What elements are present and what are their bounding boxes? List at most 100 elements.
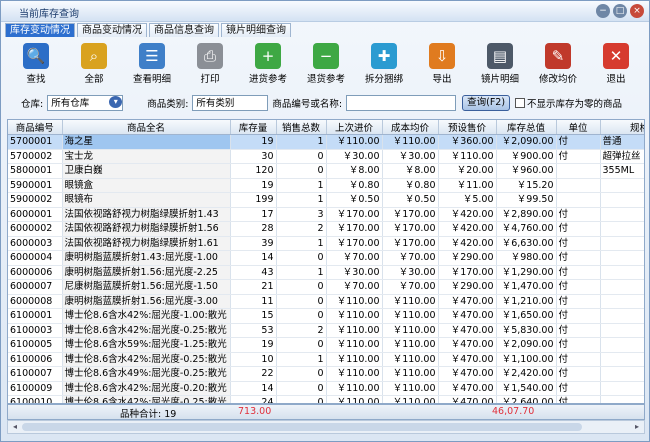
toolbar-button-4[interactable]: + 进货参考 bbox=[239, 39, 297, 89]
minimize-icon[interactable]: − bbox=[596, 4, 610, 18]
table-row[interactable]: 6100006 博士伦8.6含水42%:屈光度-0.25:散光 10 1 ￥110.00… bbox=[8, 352, 644, 367]
table-cell: 6100006 bbox=[8, 352, 63, 367]
table-cell: ￥170.00 bbox=[326, 207, 383, 222]
toolbar-button-1[interactable]: ⌕ 全部 bbox=[65, 39, 123, 89]
column-header[interactable]: 上次进价 bbox=[326, 120, 383, 135]
table-cell bbox=[556, 192, 601, 208]
table-row[interactable]: 6000004 康明树脂蓝膜折射1.43:屈光度-1.00 14 0 ￥70.00 ￥70… bbox=[8, 250, 644, 266]
toolbar-button-label: 查找 bbox=[26, 74, 46, 85]
tab-stock-changes[interactable]: 库存变动情况 bbox=[5, 23, 75, 37]
toolbar-button-label: 全部 bbox=[84, 74, 104, 85]
table-cell: 博士伦8.6含水42%:屈光度-1.00:散光 bbox=[62, 308, 231, 324]
toolbar-button-8[interactable]: ▤ 镜片明细 bbox=[471, 39, 529, 89]
table-cell: ￥110.00 bbox=[382, 366, 439, 382]
column-header[interactable]: 商品全名 bbox=[62, 120, 231, 135]
close-icon[interactable]: × bbox=[630, 4, 644, 18]
table-row[interactable]: 5900001 眼镜盒 19 1 ￥0.80 ￥0.80 ￥11.00 ￥15.20 bbox=[8, 178, 644, 193]
table-cell: 1 bbox=[276, 134, 327, 150]
table-row[interactable]: 6100010 博士伦8.6含水42%:屈光度-0.25:散光 24 0 ￥110.00… bbox=[8, 395, 644, 403]
scroll-right-icon[interactable]: ▸ bbox=[631, 422, 643, 432]
table-row[interactable]: 6000002 法国依视路舒视力树脂绿膜折射1.56 28 2 ￥170.00 ￥170.… bbox=[8, 221, 644, 237]
toolbar-button-3[interactable]: ⎙ 打印 bbox=[181, 39, 239, 89]
zero-stock-checkbox[interactable] bbox=[515, 98, 526, 108]
table-row[interactable]: 5700002 宝士龙 30 0 ￥30.00 ￥30.00 ￥110.00 ￥900.00 付… bbox=[8, 149, 644, 164]
table-cell: 卫康白巍 bbox=[62, 163, 231, 179]
table-cell: ￥2,090.00 bbox=[496, 337, 557, 353]
table-cell: 39 bbox=[230, 236, 277, 251]
table-cell bbox=[600, 381, 644, 396]
table-cell: ￥900.00 bbox=[496, 149, 557, 164]
table-cell: 5900001 bbox=[8, 178, 63, 193]
column-header[interactable]: 库存总值 bbox=[496, 120, 557, 135]
table-cell: 付 bbox=[556, 352, 601, 367]
table-cell: 0 bbox=[276, 381, 327, 396]
table-cell: ￥30.00 bbox=[382, 265, 439, 280]
summary-bar: 品种合计: 19 713.00 46,07.70 bbox=[7, 404, 645, 420]
table-cell: ￥1,650.00 bbox=[496, 308, 557, 324]
table-cell: 付 bbox=[556, 337, 601, 353]
column-header[interactable]: 商品编号 bbox=[8, 120, 63, 135]
table-row[interactable]: 6000007 尼康树脂蓝膜折射1.56:屈光度-1.50 21 0 ￥70.00 ￥70… bbox=[8, 279, 644, 295]
column-header[interactable]: 库存量 bbox=[230, 120, 277, 135]
table-cell: ￥0.50 bbox=[326, 192, 383, 208]
window-title: 当前库存查询 bbox=[19, 9, 79, 20]
table-row[interactable]: 6000003 法国依视路舒视力树脂绿膜折射1.61 39 1 ￥170.00 ￥170.… bbox=[8, 236, 644, 251]
table-cell: 6100003 bbox=[8, 323, 63, 338]
tab-product-info[interactable]: 商品信息查询 bbox=[149, 23, 219, 37]
table-row[interactable]: 6100007 博士伦8.6含水49%:屈光度-0.25:散光 22 0 ￥110.00… bbox=[8, 366, 644, 382]
table-row[interactable]: 6000008 康明树脂蓝膜折射1.56:屈光度-3.00 11 0 ￥110.00 ￥1… bbox=[8, 294, 644, 309]
toolbar-button-2[interactable]: ☰ 查看明细 bbox=[123, 39, 181, 89]
table-row[interactable]: 6100005 博士伦8.6含水59%:屈光度-1.25:散光 19 0 ￥110.00… bbox=[8, 337, 644, 353]
table-row[interactable]: 6100001 博士伦8.6含水42%:屈光度-1.00:散光 15 0 ￥110.00… bbox=[8, 308, 644, 324]
table-row[interactable]: 5700001 海之星 19 1 ￥110.00 ￥110.00 ￥360.00 ￥2,090… bbox=[8, 134, 644, 150]
table-cell: 6000008 bbox=[8, 294, 63, 309]
warehouse-label: 仓库: bbox=[21, 99, 44, 110]
export-icon: ⇩ bbox=[429, 43, 455, 69]
table-cell: 付 bbox=[556, 308, 601, 324]
column-header[interactable]: 预设售价 bbox=[438, 120, 497, 135]
maximize-icon[interactable]: □ bbox=[613, 4, 627, 18]
query-button[interactable]: 查询(F2) bbox=[462, 95, 511, 111]
tab-product-changes[interactable]: 商品变动情况 bbox=[77, 23, 147, 37]
warehouse-select[interactable]: 所有仓库 ▾ bbox=[47, 95, 124, 111]
table-cell: 24 bbox=[230, 395, 277, 403]
toolbar-button-0[interactable]: 🔍 查找 bbox=[7, 39, 65, 89]
table-cell bbox=[600, 308, 644, 324]
scroll-thumb[interactable] bbox=[22, 423, 582, 431]
table-cell: ￥420.00 bbox=[438, 221, 497, 237]
table-row[interactable]: 6100009 博士伦8.6含水42%:屈光度-0.20:散光 14 0 ￥110.00… bbox=[8, 381, 644, 396]
table-row[interactable]: 6100003 博士伦8.6含水42%:屈光度-0.25:散光 53 2 ￥110.00… bbox=[8, 323, 644, 338]
table-cell: 0 bbox=[276, 250, 327, 266]
total-value: 46,07.70 bbox=[492, 406, 535, 417]
table-cell: 17 bbox=[230, 207, 277, 222]
toolbar-button-5[interactable]: − 退货参考 bbox=[297, 39, 355, 89]
table-cell: ￥290.00 bbox=[438, 250, 497, 266]
table-cell: 康明树脂蓝膜折射1.56:屈光度-2.25 bbox=[62, 265, 231, 280]
column-header[interactable]: 规格型号 bbox=[600, 120, 644, 135]
table-cell: ￥470.00 bbox=[438, 337, 497, 353]
tab-lens-detail[interactable]: 镜片明细查询 bbox=[221, 23, 291, 37]
table-row[interactable]: 6000006 康明树脂蓝膜折射1.56:屈光度-2.25 43 1 ￥30.00 ￥30… bbox=[8, 265, 644, 280]
table-row[interactable]: 5800001 卫康白巍 120 0 ￥8.00 ￥8.00 ￥20.00 ￥960.00 35… bbox=[8, 163, 644, 179]
stock-table[interactable]: 商品编号商品全名库存量销售总数上次进价成本均价预设售价库存总值单位规格型号 57… bbox=[7, 119, 645, 404]
table-cell: 28 bbox=[230, 221, 277, 237]
code-search-input[interactable] bbox=[346, 95, 457, 111]
column-header[interactable]: 销售总数 bbox=[276, 120, 327, 135]
toolbar-button-10[interactable]: ✕ 退出 bbox=[587, 39, 645, 89]
table-cell: ￥110.00 bbox=[326, 323, 383, 338]
table-row[interactable]: 5900002 眼镜布 199 1 ￥0.50 ￥0.50 ￥5.00 ￥99.50 bbox=[8, 192, 644, 208]
scroll-left-icon[interactable]: ◂ bbox=[9, 422, 21, 432]
table-cell: ￥170.00 bbox=[438, 265, 497, 280]
table-cell: ￥1,100.00 bbox=[496, 352, 557, 367]
category-field[interactable]: 所有类别 bbox=[192, 95, 269, 111]
table-cell: 法国依视路舒视力树脂绿膜折射1.43 bbox=[62, 207, 231, 222]
toolbar-button-9[interactable]: ✎ 修改均价 bbox=[529, 39, 587, 89]
table-row[interactable]: 6000001 法国依视路舒视力树脂绿膜折射1.43 17 3 ￥170.00 ￥170.… bbox=[8, 207, 644, 222]
column-header[interactable]: 成本均价 bbox=[382, 120, 439, 135]
table-cell: 付 bbox=[556, 149, 601, 164]
horizontal-scrollbar[interactable]: ◂ ▸ bbox=[7, 420, 645, 434]
column-header[interactable]: 单位 bbox=[556, 120, 601, 135]
toolbar-button-6[interactable]: ✚ 拆分捆绑 bbox=[355, 39, 413, 89]
table-cell: 海之星 bbox=[62, 134, 231, 150]
toolbar-button-7[interactable]: ⇩ 导出 bbox=[413, 39, 471, 89]
